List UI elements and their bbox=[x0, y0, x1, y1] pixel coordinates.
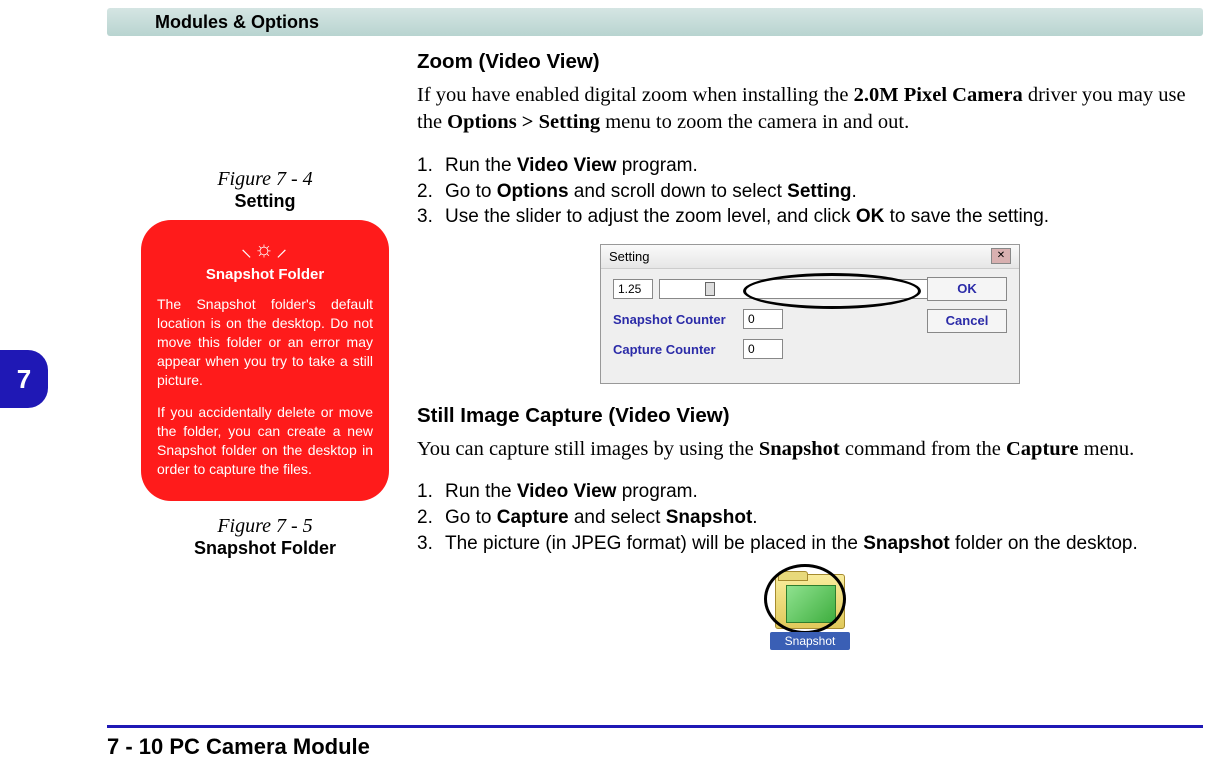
list-item: 2.Go to Options and scroll down to selec… bbox=[417, 179, 1203, 205]
setting-dialog: Setting ✕ 1.25 Snapshot Counter 0 Captur… bbox=[600, 244, 1020, 384]
zoom-steps: 1.Run the Video View program. 2.Go to Op… bbox=[417, 153, 1203, 230]
list-item: 3.Use the slider to adjust the zoom leve… bbox=[417, 204, 1203, 230]
list-item: 1.Run the Video View program. bbox=[417, 153, 1203, 179]
figure-7-5-caption: Figure 7 - 5 Snapshot Folder bbox=[130, 515, 400, 559]
text: program. bbox=[616, 481, 697, 502]
capture-counter-label: Capture Counter bbox=[613, 341, 743, 359]
text: and select bbox=[569, 507, 666, 528]
cancel-button[interactable]: Cancel bbox=[927, 309, 1007, 333]
text: Go to bbox=[445, 507, 497, 528]
footer-divider bbox=[107, 725, 1203, 728]
text: command from the bbox=[840, 438, 1006, 460]
text: Go to bbox=[445, 181, 497, 202]
figure-label: Figure 7 - 5 bbox=[130, 515, 400, 538]
list-item: 2.Go to Capture and select Snapshot. bbox=[417, 505, 1203, 531]
text-bold: Capture bbox=[1006, 438, 1079, 460]
snapshot-folder-icon: Snapshot bbox=[770, 570, 850, 650]
list-item: 3.The picture (in JPEG format) will be p… bbox=[417, 531, 1203, 557]
text: . bbox=[852, 181, 857, 202]
folder-label: Snapshot bbox=[770, 632, 850, 650]
text-bold: Options > Setting bbox=[447, 111, 600, 133]
text-bold: Capture bbox=[497, 507, 569, 528]
text: . bbox=[752, 507, 757, 528]
still-steps: 1.Run the Video View program. 2.Go to Ca… bbox=[417, 479, 1203, 556]
zoom-value[interactable]: 1.25 bbox=[613, 279, 653, 299]
text-bold: 2.0M Pixel Camera bbox=[854, 84, 1023, 106]
header-title: Modules & Options bbox=[155, 12, 319, 33]
still-intro: You can capture still images by using th… bbox=[417, 436, 1203, 464]
warning-title: Snapshot Folder bbox=[157, 266, 373, 283]
warning-paragraph-2: If you accidentally delete or move the f… bbox=[157, 403, 373, 479]
text-bold: Options bbox=[497, 181, 569, 202]
text: Run the bbox=[445, 481, 517, 502]
slider-thumb[interactable] bbox=[705, 282, 715, 296]
text-bold: Video View bbox=[517, 155, 617, 176]
text: The picture (in JPEG format) will be pla… bbox=[445, 533, 863, 554]
text-bold: Snapshot bbox=[759, 438, 840, 460]
text: and scroll down to select bbox=[569, 181, 788, 202]
capture-counter-value[interactable]: 0 bbox=[743, 339, 783, 359]
text-bold: Setting bbox=[787, 181, 851, 202]
text-bold: Snapshot bbox=[863, 533, 950, 554]
figure-label: Figure 7 - 4 bbox=[130, 168, 400, 191]
main-content: Zoom (Video View) If you have enabled di… bbox=[417, 48, 1203, 650]
warning-paragraph-1: The Snapshot folder's default location i… bbox=[157, 295, 373, 389]
text: If you have enabled digital zoom when in… bbox=[417, 84, 854, 106]
snapshot-counter-label: Snapshot Counter bbox=[613, 311, 743, 329]
text: menu. bbox=[1079, 438, 1135, 460]
zoom-intro: If you have enabled digital zoom when in… bbox=[417, 82, 1203, 137]
figure-caption: Setting bbox=[130, 191, 400, 212]
text: menu to zoom the camera in and out. bbox=[600, 111, 909, 133]
close-button[interactable]: ✕ bbox=[991, 248, 1011, 264]
figure-caption: Snapshot Folder bbox=[130, 538, 400, 559]
snapshot-counter-value[interactable]: 0 bbox=[743, 309, 783, 329]
footer-text: 7 - 10 PC Camera Module bbox=[107, 734, 370, 760]
ok-button[interactable]: OK bbox=[927, 277, 1007, 301]
text: Run the bbox=[445, 155, 517, 176]
chapter-number: 7 bbox=[17, 364, 31, 395]
text: Use the slider to adjust the zoom level,… bbox=[445, 206, 856, 227]
warning-box: ⸜☼⸝ Snapshot Folder The Snapshot folder'… bbox=[141, 220, 389, 501]
side-column: Figure 7 - 4 Setting ⸜☼⸝ Snapshot Folder… bbox=[130, 168, 400, 567]
figure-7-4-caption: Figure 7 - 4 Setting bbox=[130, 168, 400, 212]
zoom-heading: Zoom (Video View) bbox=[417, 48, 1203, 76]
dialog-titlebar: Setting ✕ bbox=[601, 245, 1019, 270]
text: program. bbox=[616, 155, 697, 176]
dialog-title: Setting bbox=[609, 248, 991, 266]
text: You can capture still images by using th… bbox=[417, 438, 759, 460]
alert-icon: ⸜☼⸝ bbox=[157, 238, 373, 260]
list-item: 1.Run the Video View program. bbox=[417, 479, 1203, 505]
text: folder on the desktop. bbox=[950, 533, 1138, 554]
text-bold: Video View bbox=[517, 481, 617, 502]
still-heading: Still Image Capture (Video View) bbox=[417, 402, 1203, 430]
folder-icon bbox=[775, 574, 845, 629]
section-header: Modules & Options bbox=[107, 8, 1203, 36]
chapter-tab: 7 bbox=[0, 350, 48, 408]
text: to save the setting. bbox=[884, 206, 1049, 227]
text-bold: OK bbox=[856, 206, 885, 227]
text-bold: Snapshot bbox=[666, 507, 753, 528]
